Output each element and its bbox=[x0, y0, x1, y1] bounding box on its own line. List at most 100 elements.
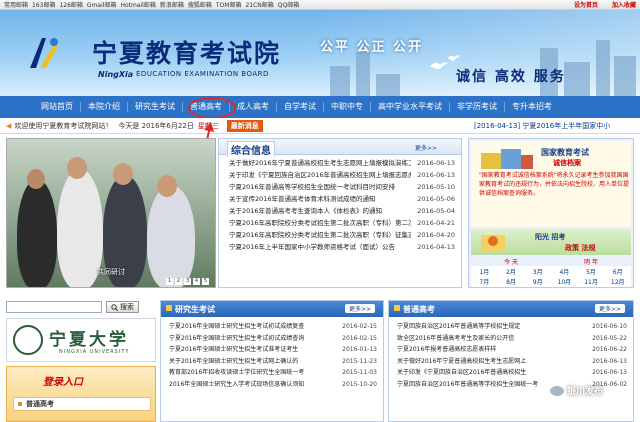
yjs-item-title: 关于2016年全国硕士研究生招生考试网上确认的 bbox=[169, 357, 299, 365]
yjs-list-item[interactable]: 教育部2016年招收攻读硕士学位研究生全国统一考 2015-11-03 bbox=[169, 367, 377, 379]
nav-item[interactable]: 非学历考试 bbox=[450, 102, 505, 112]
nav-item[interactable]: 本院介绍 bbox=[81, 102, 128, 112]
university-name: 宁夏大学 bbox=[49, 330, 129, 350]
mail-link[interactable]: 21CN邮箱 bbox=[245, 0, 273, 9]
exam-board-logo[interactable] bbox=[24, 34, 64, 74]
gaokao-more-link[interactable]: 更多>> bbox=[594, 304, 625, 313]
gaokao-list: 宁夏回族自治区2016年普通高等学校招生规定 2016-06-10 致全区2016年… bbox=[389, 317, 633, 390]
calendar-month[interactable]: 3月 bbox=[524, 267, 551, 276]
yjs-list-item[interactable]: 关于2016年全国硕士研究生招生考试网上确认的 2015-11-23 bbox=[169, 356, 377, 368]
dove-icon bbox=[430, 62, 448, 69]
yjs-item-date: 2015-10-20 bbox=[342, 380, 377, 388]
yjs-list-item[interactable]: 宁夏2016年全国硕士研究生招生考试准考证考生 2016-01-13 bbox=[169, 344, 377, 356]
ptgk-list-item[interactable]: 宁夏2016年报考普通高校志愿表样样 2016-06-22 bbox=[397, 344, 627, 356]
nav-item[interactable]: 专升本招考 bbox=[505, 102, 559, 112]
news-list-item[interactable]: 宁夏2016年高职院校分类考试招生第二批次高职（专科）第二次征 2016-04-2… bbox=[229, 217, 455, 229]
gaokao-panel: 普通高考 更多>> 宁夏回族自治区2016年普通高等学校招生规定 2016-06-… bbox=[388, 300, 634, 422]
ticker-news-item[interactable]: [2016-04-13] 宁夏2016年上半年国家中小 bbox=[474, 121, 610, 131]
calendar-month[interactable]: 11月 bbox=[578, 277, 605, 286]
nav-item[interactable]: 高中学业水平考试 bbox=[371, 102, 450, 112]
calendar-next-year: 明 年 bbox=[584, 259, 598, 266]
mail-link[interactable]: 搜狐邮箱 bbox=[188, 0, 212, 9]
integrity-archive-banner[interactable]: 国家教育考试 诚信档案 "国家教育考试诚信档案系统"将永久记录考生参加我国国家教… bbox=[471, 141, 631, 227]
calendar-month[interactable]: 5月 bbox=[578, 267, 605, 276]
news-more-link[interactable]: 更多>> bbox=[415, 143, 437, 152]
news-list-item[interactable]: 关于印发《宁夏回族自治区2016年普通高校招生网上填报志愿办法》（含有能码） 20… bbox=[229, 169, 455, 181]
sunshine-admission-banner[interactable]: 阳光 招考 政策 法规 bbox=[471, 229, 631, 255]
slideshow-pager: 12345 bbox=[166, 278, 209, 285]
news-list-item[interactable]: 宁夏2016年上半年国家中小学教师资格考试（面试）公告 2016-04-13 bbox=[229, 241, 455, 253]
postgrad-more-link[interactable]: 更多>> bbox=[344, 304, 375, 313]
photo-slideshow[interactable]: 共同研讨 12345 bbox=[6, 138, 216, 288]
set-home-link[interactable]: 设为首页 bbox=[574, 0, 598, 9]
slogan-fairness: 公平 公正 公开 bbox=[320, 40, 424, 55]
news-list-item[interactable]: 宁夏2016年普通高等学校招生全国统一考试科目时间安排 2016-05-10 bbox=[229, 181, 455, 193]
nav-item[interactable]: 中职中专 bbox=[324, 102, 371, 112]
login-link-gaokao[interactable]: 普通高考 bbox=[13, 397, 151, 411]
mail-link[interactable]: Gmail邮箱 bbox=[87, 0, 117, 9]
ptgk-list-item[interactable]: 关于做好2016年宁夏普通高校招生考生志愿网上 2016-06-13 bbox=[397, 356, 627, 368]
mail-link[interactable]: 126邮箱 bbox=[59, 0, 82, 9]
news-item-date: 2016-05-06 bbox=[417, 195, 455, 203]
news-list-item[interactable]: 关于2016年普通高考考生查询本人《体检表》的通知 2016-05-04 bbox=[229, 205, 455, 217]
calendar-month[interactable]: 6月 bbox=[604, 267, 631, 276]
slideshow-dot[interactable]: 4 bbox=[193, 278, 200, 285]
search-icon bbox=[111, 303, 118, 311]
news-list-item[interactable]: 宁夏2016年高职院校分类考试招生第二批次高职（专科）征集志愿 2016-04-2… bbox=[229, 229, 455, 241]
ningxia-university-banner[interactable]: 宁夏大学 NINGXIA UNIVERSITY bbox=[6, 318, 156, 362]
ptgk-item-date: 2016-06-13 bbox=[592, 357, 627, 365]
ptgk-list-item[interactable]: 宁夏回族自治区2016年普通高等学校招生规定 2016-06-10 bbox=[397, 321, 627, 333]
slideshow-dot[interactable]: 5 bbox=[202, 278, 209, 285]
ptgk-list-item[interactable]: 致全区2016年普通高考考生及家长的公开信 2016-05-22 bbox=[397, 333, 627, 345]
slideshow-dot[interactable]: 2 bbox=[175, 278, 182, 285]
nav-item[interactable]: 网站首页 bbox=[34, 102, 81, 112]
calendar-month[interactable]: 2月 bbox=[498, 267, 525, 276]
yjs-item-title: 教育部2016年招收攻读硕士学位研究生全国统一考 bbox=[169, 369, 305, 376]
news-item-date: 2016-04-13 bbox=[417, 243, 455, 251]
mail-link[interactable]: 163邮箱 bbox=[32, 0, 55, 9]
calendar-month[interactable]: 7月 bbox=[471, 277, 498, 286]
photo-caption: 共同研讨 bbox=[97, 268, 125, 276]
news-list: 关于做好2016年宁夏普通高校招生考生志愿网上填报模拟演练工作 2016-06-1… bbox=[219, 155, 461, 253]
add-favorite-link[interactable]: 加入收藏 bbox=[612, 0, 636, 9]
news-item-title: 关于印发《宁夏回族自治区2016年普通高校招生网上填报志愿办法》（含有能码） bbox=[229, 171, 411, 179]
calendar-row: 7月 8月 9月 10月 11月 12月 bbox=[471, 276, 631, 286]
calendar-month[interactable]: 8月 bbox=[498, 277, 525, 286]
yjs-item-title: 宁夏2016年全国硕士研究生招生考试初试成绩查询 bbox=[169, 334, 305, 342]
slideshow-dot[interactable]: 1 bbox=[166, 278, 173, 285]
yjs-list-item[interactable]: 宁夏2016年全国硕士研究生招生考试初试成绩查询 2016-02-15 bbox=[169, 333, 377, 345]
mail-link[interactable]: Hotmail邮箱 bbox=[120, 0, 155, 9]
nav-item[interactable]: 自学考试 bbox=[277, 102, 324, 112]
yjs-list-item[interactable]: 2016年全国硕士研究生入学考试现场信息确认须知 2015-10-20 bbox=[169, 379, 377, 391]
calendar-today: 今 天 bbox=[504, 259, 518, 266]
calendar-month[interactable]: 9月 bbox=[524, 277, 551, 286]
mail-link[interactable]: QQ邮箱 bbox=[278, 0, 299, 9]
news-item-title: 宁夏2016年高职院校分类考试招生第二批次高职（专科）第二次征 bbox=[229, 219, 411, 227]
news-item-title: 宁夏2016年普通高等学校招生全国统一考试科目时间安排 bbox=[229, 183, 396, 191]
search-input[interactable] bbox=[6, 301, 102, 313]
cert-title: 国家教育考试 bbox=[541, 148, 589, 157]
search-button[interactable]: 搜索 bbox=[106, 301, 139, 313]
news-list-item[interactable]: 关于做好2016年宁夏普通高校招生考生志愿网上填报模拟演练工作 2016-06-1… bbox=[229, 157, 455, 169]
yjs-item-date: 2016-02-15 bbox=[342, 334, 377, 342]
cert-subtitle: 诚信档案 bbox=[553, 159, 581, 167]
yjs-list-item[interactable]: 宁夏2016年全国硕士研究生招生考试初试成绩复查 2016-02-15 bbox=[169, 321, 377, 333]
nav-item[interactable]: 研究生考试 bbox=[128, 102, 183, 112]
calendar-month[interactable]: 4月 bbox=[551, 267, 578, 276]
cert-description: "国家教育考试诚信档案系统"将永久记录考生参加我国国家教育考试的违规行为，并依法… bbox=[479, 172, 630, 197]
calendar-month[interactable]: 10月 bbox=[551, 277, 578, 286]
sunshine-title: 阳光 招考 bbox=[535, 233, 566, 241]
latest-news-tag: 最新消息 bbox=[226, 119, 263, 132]
mail-link[interactable]: TOM邮箱 bbox=[216, 0, 242, 9]
nav-item[interactable]: 成人高考 bbox=[230, 102, 277, 112]
slideshow-dot[interactable]: 3 bbox=[184, 278, 191, 285]
mail-link[interactable]: 新浪邮箱 bbox=[160, 0, 184, 9]
ticker-news-title: 宁夏2016年上半年国家中小 bbox=[522, 121, 611, 130]
news-item-date: 2016-06-13 bbox=[417, 159, 455, 167]
calendar-month[interactable]: 12月 bbox=[604, 277, 631, 286]
ptgk-item-title: 关于做好2016年宁夏普通高校招生考生志愿网上 bbox=[397, 357, 527, 365]
calendar-month[interactable]: 1月 bbox=[471, 267, 498, 276]
ptgk-list-item[interactable]: 关于印发《宁夏回族自治区2016年普通高校招生 2016-06-13 bbox=[397, 367, 627, 379]
top-utility-bar: 常用邮箱 163邮箱 126邮箱 Gmail邮箱 Hotmail邮箱 新浪邮箱 搜狐邮箱 TO… bbox=[0, 0, 640, 10]
news-list-item[interactable]: 关于宣传2016年普通高考体育术科测试成绩的通知 2016-05-06 bbox=[229, 193, 455, 205]
